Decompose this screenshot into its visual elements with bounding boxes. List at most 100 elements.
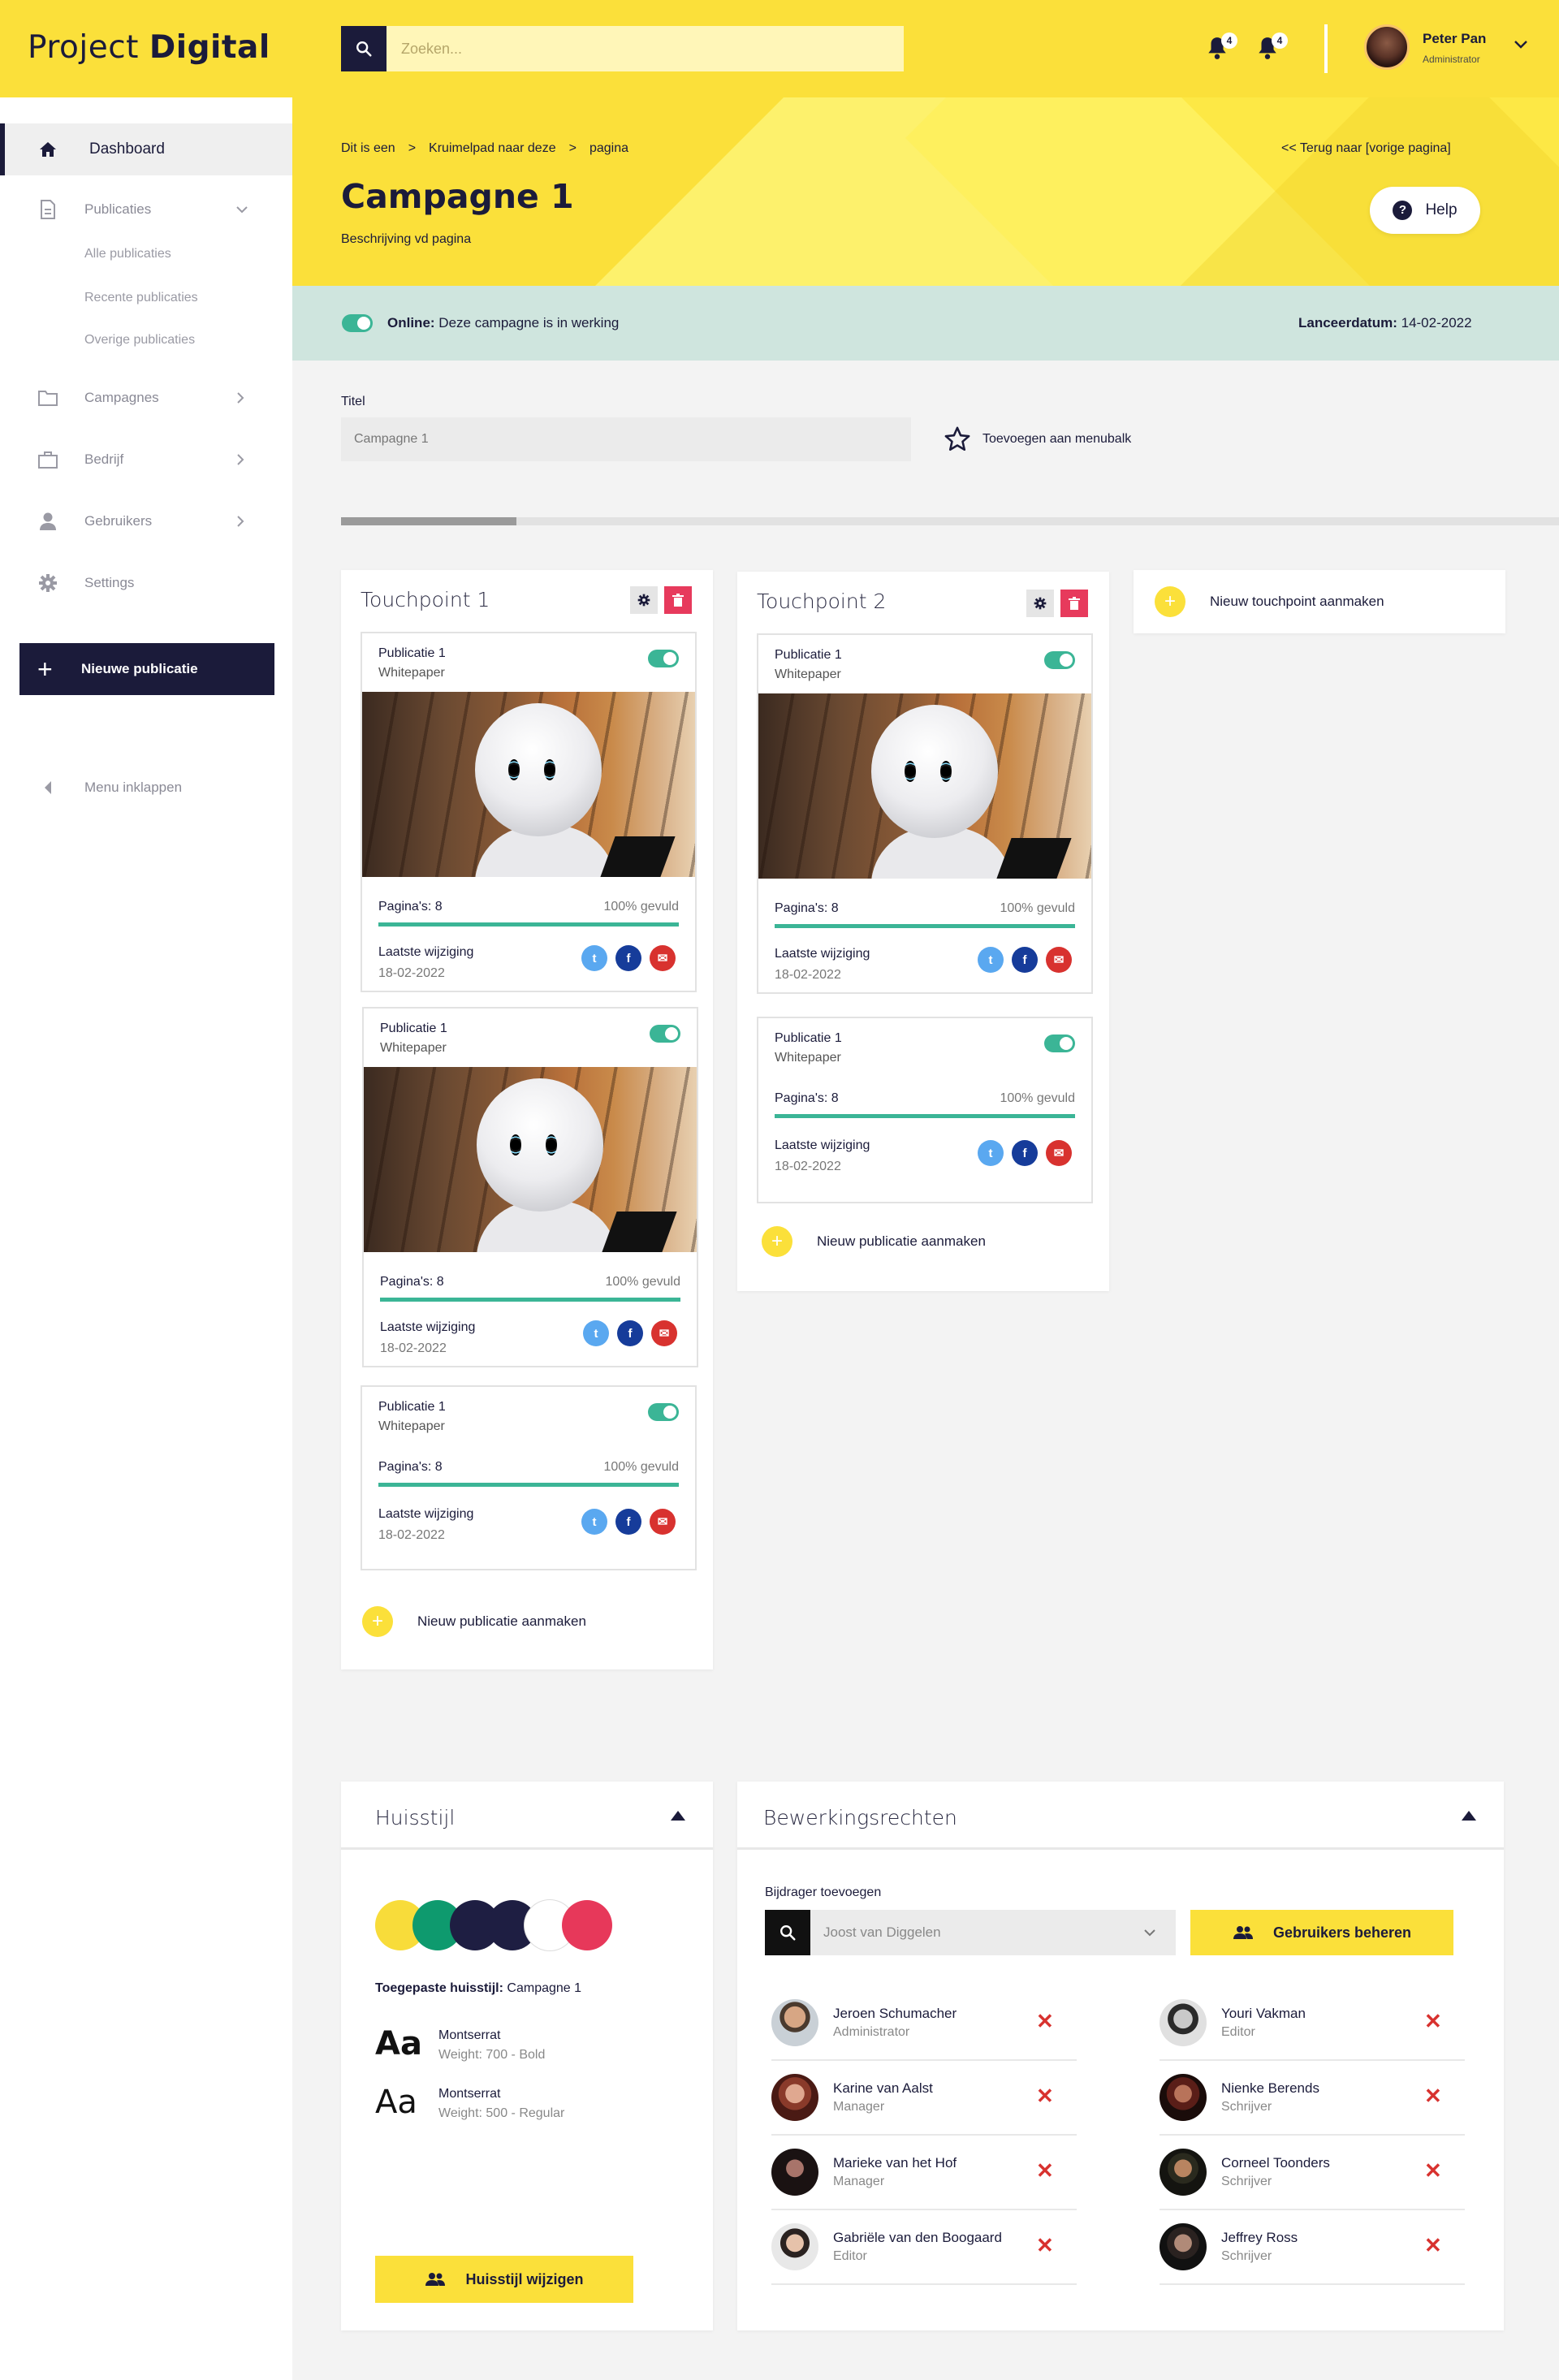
publication-card[interactable]: Publicatie 1 Whitepaper Pagina's: 8 100%…: [361, 632, 697, 992]
add-to-menubar-link[interactable]: Toevoegen aan menubalk: [982, 432, 1131, 447]
sidebar-item-publicaties[interactable]: Publicaties: [0, 184, 292, 235]
contributor-select[interactable]: Joost van Diggelen: [765, 1910, 1176, 1955]
touchpoint-panel: Touchpoint 1 Publicatie 1 Whitepaper Pag…: [341, 570, 713, 1669]
user-name: Peter Pan: [1423, 31, 1487, 46]
sidebar-item-settings[interactable]: Settings: [0, 557, 292, 609]
caret-up-icon[interactable]: [671, 1811, 685, 1821]
remove-icon[interactable]: ✕: [1424, 2158, 1442, 2183]
panel-header[interactable]: Bewerkingsrechten: [737, 1782, 1504, 1850]
breadcrumb-item[interactable]: Kruimelpad naar deze: [429, 141, 556, 156]
remove-icon[interactable]: ✕: [1424, 2233, 1442, 2258]
user-name: Jeroen Schumacher: [833, 2006, 957, 2021]
touchpoint-settings-button[interactable]: [1026, 590, 1054, 617]
publication-image: [758, 693, 1091, 879]
logo[interactable]: Project Digital: [28, 29, 270, 66]
mail-icon[interactable]: ✉: [651, 1320, 677, 1346]
search-input[interactable]: [387, 26, 904, 71]
remove-icon[interactable]: ✕: [1424, 2084, 1442, 2109]
publication-toggle[interactable]: [648, 650, 679, 667]
remove-icon[interactable]: ✕: [1036, 2009, 1054, 2034]
mail-icon[interactable]: ✉: [650, 1509, 676, 1535]
remove-icon[interactable]: ✕: [1424, 2009, 1442, 2034]
scrollbar-thumb[interactable]: [341, 517, 516, 525]
publication-card[interactable]: Publicatie 1 Whitepaper Pagina's: 8 100%…: [757, 1017, 1093, 1203]
publication-toggle[interactable]: [1044, 651, 1075, 669]
help-button[interactable]: ? Help: [1370, 187, 1480, 234]
twitter-icon[interactable]: t: [978, 1140, 1004, 1166]
facebook-icon[interactable]: f: [615, 945, 641, 971]
collapse-menu-button[interactable]: Menu inklappen: [0, 762, 292, 814]
facebook-icon[interactable]: f: [615, 1509, 641, 1535]
back-link[interactable]: << Terug naar [vorige pagina]: [1281, 141, 1451, 156]
publication-toggle[interactable]: [650, 1025, 680, 1043]
new-touchpoint-link[interactable]: + Nieuw touchpoint aanmaken: [1155, 586, 1384, 617]
user-role: Editor: [1221, 2025, 1255, 2039]
facebook-icon[interactable]: f: [617, 1320, 643, 1346]
mail-icon[interactable]: ✉: [650, 945, 676, 971]
fill-percentage: 100% gevuld: [603, 1460, 679, 1474]
edit-huisstijl-button[interactable]: Huisstijl wijzigen: [375, 2256, 633, 2303]
sidebar-subitem[interactable]: Overige publicaties: [84, 333, 195, 348]
touchpoint-delete-button[interactable]: [1060, 590, 1088, 617]
user-avatar[interactable]: [1364, 24, 1410, 70]
facebook-icon[interactable]: f: [1012, 1140, 1038, 1166]
publication-type: Whitepaper: [380, 1041, 447, 1055]
link-label: Nieuw touchpoint aanmaken: [1210, 594, 1384, 609]
mail-icon[interactable]: ✉: [1046, 1140, 1072, 1166]
title-input[interactable]: [341, 417, 911, 461]
font-weight: Weight: 700 - Bold: [438, 2048, 546, 2062]
fill-percentage: 100% gevuld: [603, 900, 679, 914]
facebook-icon[interactable]: f: [1012, 947, 1038, 973]
new-touchpoint-card[interactable]: + Nieuw touchpoint aanmaken: [1134, 570, 1505, 633]
user-role: Schrijver: [1221, 2100, 1272, 2114]
remove-icon[interactable]: ✕: [1036, 2084, 1054, 2109]
publication-card[interactable]: Publicatie 1 Whitepaper Pagina's: 8 100%…: [757, 633, 1093, 994]
mail-icon[interactable]: ✉: [1046, 947, 1072, 973]
touchpoint-delete-button[interactable]: [664, 586, 692, 614]
remove-icon[interactable]: ✕: [1036, 2233, 1054, 2258]
publication-card[interactable]: Publicatie 1 Whitepaper Pagina's: 8 100%…: [362, 1007, 698, 1367]
sidebar-item-bedrijf[interactable]: Bedrijf: [0, 434, 292, 486]
search-button[interactable]: [341, 26, 387, 71]
new-publication-button[interactable]: + Nieuwe publicatie: [19, 643, 274, 695]
breadcrumb-item[interactable]: Dit is een: [341, 141, 395, 156]
touchpoint-panel: Touchpoint 2 Publicatie 1 Whitepaper Pag…: [737, 572, 1109, 1291]
sidebar-subitem[interactable]: Alle publicaties: [84, 247, 171, 261]
touchpoint-settings-button[interactable]: [630, 586, 658, 614]
sidebar-item-gebruikers[interactable]: Gebruikers: [0, 495, 292, 547]
sidebar-subitem[interactable]: Recente publicaties: [84, 291, 198, 305]
publication-type: Whitepaper: [775, 1051, 841, 1065]
publication-toggle[interactable]: [648, 1403, 679, 1421]
user-row: Jeffrey Ross Schrijver ✕: [1160, 2210, 1465, 2285]
publication-type: Whitepaper: [775, 667, 841, 681]
twitter-icon[interactable]: t: [978, 947, 1004, 973]
chevron-down-icon[interactable]: [1514, 39, 1528, 50]
sidebar-item-campagnes[interactable]: Campagnes: [0, 372, 292, 424]
new-publication-link[interactable]: + Nieuw publicatie aanmaken: [362, 1606, 586, 1637]
publication-card[interactable]: Publicatie 1 Whitepaper Pagina's: 8 100%…: [361, 1385, 697, 1570]
chevron-right-icon: [237, 516, 244, 527]
avatar: [1160, 2149, 1207, 2196]
manage-users-button[interactable]: Gebruikers beheren: [1190, 1910, 1453, 1955]
twitter-icon[interactable]: t: [583, 1320, 609, 1346]
user-name: Jeffrey Ross: [1221, 2230, 1298, 2245]
sidebar-item-dashboard[interactable]: Dashboard: [0, 123, 292, 175]
new-publication-link[interactable]: + Nieuw publicatie aanmaken: [762, 1226, 986, 1257]
panel-header[interactable]: Huisstijl: [341, 1782, 713, 1850]
messages-button[interactable]: 4: [1257, 32, 1288, 62]
last-modified-date: 18-02-2022: [378, 1528, 445, 1542]
twitter-icon[interactable]: t: [581, 945, 607, 971]
user-name: Karine van Aalst: [833, 2080, 933, 2096]
fill-percentage: 100% gevuld: [605, 1275, 680, 1289]
publication-toggle[interactable]: [1044, 1035, 1075, 1052]
progress-bar: [775, 924, 1075, 928]
horizontal-scrollbar[interactable]: [341, 517, 1559, 525]
notifications-button[interactable]: 4: [1207, 32, 1237, 62]
star-icon[interactable]: [944, 425, 971, 453]
remove-icon[interactable]: ✕: [1036, 2158, 1054, 2183]
user-role: Schrijver: [1221, 2249, 1272, 2263]
search-button[interactable]: [765, 1910, 810, 1955]
caret-up-icon[interactable]: [1462, 1811, 1476, 1821]
twitter-icon[interactable]: t: [581, 1509, 607, 1535]
online-toggle[interactable]: [342, 314, 373, 332]
